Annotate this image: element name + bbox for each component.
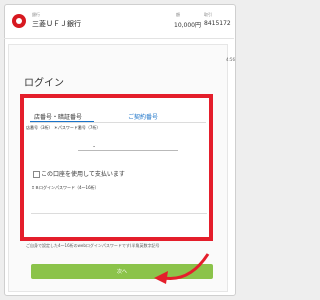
bank-header: 銀行 三菱ＵＦＪ銀行 額 10,000円 取引 8415172: [4, 4, 234, 39]
code-label: 取引: [204, 12, 212, 17]
amount-value: 10,000円: [174, 22, 201, 29]
next-button-label: 次へ: [116, 269, 127, 275]
password-label: ＩＢログインパスワード（4〜16桁）: [31, 185, 99, 190]
bank-small-label: 銀行: [32, 12, 40, 17]
tab-divider: [30, 122, 206, 123]
code-value: 8415172: [204, 20, 231, 27]
tab-store-pin[interactable]: 店番号・暗証番号: [34, 112, 82, 121]
field-hint: 店番号（3桁） ＊パスワード番号（7桁）: [26, 125, 101, 130]
session-timer: 4:56: [226, 57, 235, 62]
bank-name: 三菱ＵＦＪ銀行: [32, 20, 81, 28]
use-account-checkbox[interactable]: [33, 171, 40, 178]
use-account-label[interactable]: この口座を使用して支払います: [41, 169, 125, 178]
red-arrow-annotation: [154, 253, 210, 284]
amount-label: 額: [176, 12, 180, 17]
password-note: ご自身で設定した4〜16桁のwebログインパスワードです(半角英数字記号: [26, 243, 160, 248]
account-field[interactable]: [78, 150, 178, 151]
field-separator: -: [93, 143, 96, 150]
bank-logo-icon: [12, 14, 26, 28]
login-title: ログイン: [24, 78, 64, 89]
tab-contract-number[interactable]: ご契約番号: [128, 112, 158, 121]
password-field[interactable]: [31, 195, 207, 214]
